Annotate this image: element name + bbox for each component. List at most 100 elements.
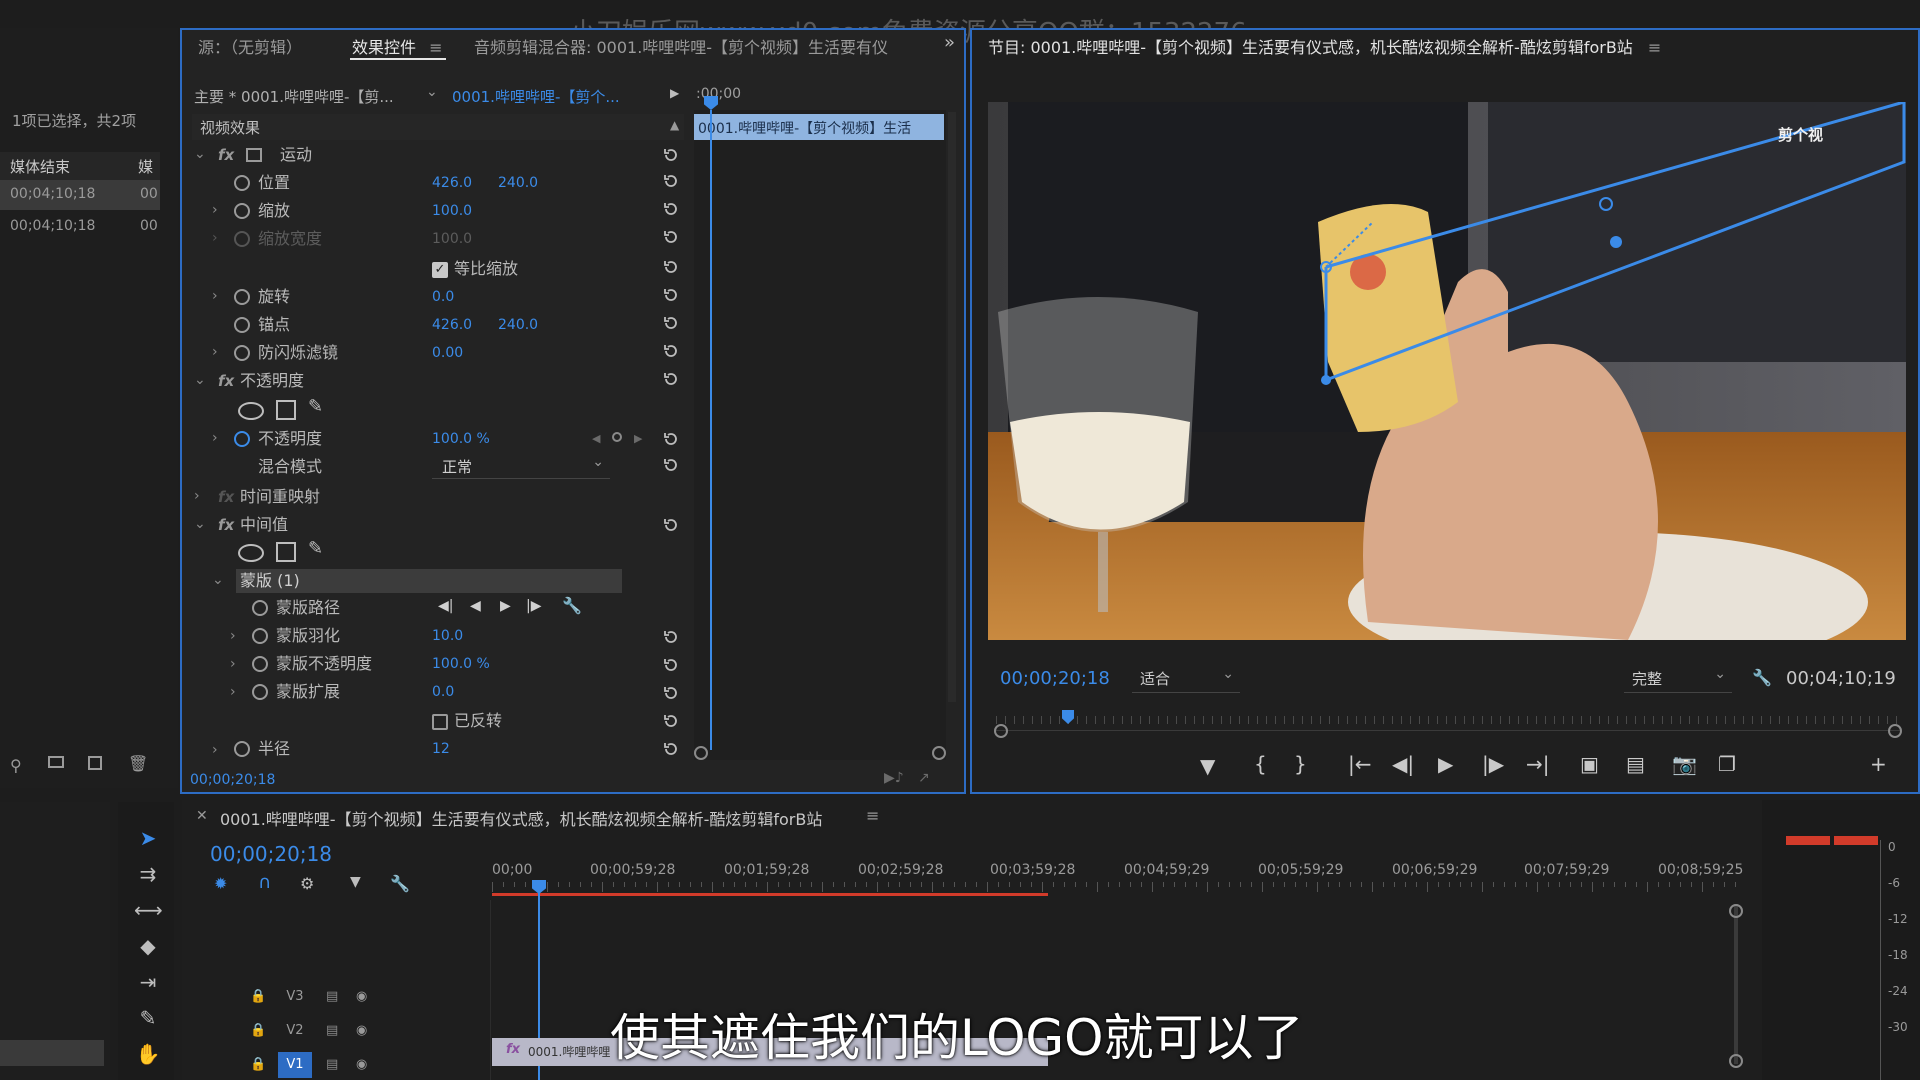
stopwatch-icon[interactable] xyxy=(234,175,250,191)
eye-icon[interactable]: ◉ xyxy=(356,984,367,1010)
reset-icon[interactable] xyxy=(662,342,680,360)
scale-value[interactable]: 100.0 xyxy=(432,198,472,224)
chevron-down-icon[interactable]: ⌄ xyxy=(426,84,438,100)
add-keyframe-icon[interactable] xyxy=(612,432,622,442)
track-mask-forward-selected-icon[interactable]: |▶ xyxy=(526,598,541,614)
track-mask-backward-selected-icon[interactable]: ◀| xyxy=(438,598,453,614)
rectangle-mask-icon[interactable] xyxy=(276,400,296,420)
master-clip-label[interactable]: 主要 * 0001.哔哩哔哩-【剪... xyxy=(194,86,414,107)
reset-icon[interactable] xyxy=(662,456,680,474)
expand-anti-flicker-icon[interactable]: › xyxy=(212,344,218,360)
position-x-value[interactable]: 426.0 xyxy=(432,170,472,196)
scroll-up-icon[interactable]: ▲ xyxy=(670,118,679,132)
selection-tool-icon[interactable]: ➤ xyxy=(134,824,162,852)
scrub-start-handle[interactable] xyxy=(994,724,1008,738)
anchor-x-value[interactable]: 426.0 xyxy=(432,312,472,338)
stopwatch-icon[interactable] xyxy=(252,684,268,700)
reset-icon[interactable] xyxy=(662,314,680,332)
fx-badge-icon[interactable]: fx xyxy=(218,516,234,534)
fx-badge-icon[interactable]: fx xyxy=(218,146,234,164)
snap-icon[interactable]: ∩ xyxy=(258,872,271,893)
fx-badge-icon[interactable]: fx xyxy=(218,372,234,390)
project-row[interactable]: 00;04;10;18 00 xyxy=(0,180,160,210)
fit-select[interactable]: 适合 ⌄ xyxy=(1132,666,1240,693)
program-video-frame[interactable]: 剪个视 xyxy=(988,102,1906,640)
step-forward-icon[interactable]: |▶ xyxy=(1482,752,1504,776)
reset-icon[interactable] xyxy=(662,656,680,674)
expand-mask-expansion-icon[interactable]: › xyxy=(230,684,236,700)
ellipse-mask-icon[interactable] xyxy=(238,544,264,562)
expand-mask-opacity-icon[interactable]: › xyxy=(230,656,236,672)
scrub-end-handle[interactable] xyxy=(1888,724,1902,738)
go-to-in-icon[interactable]: |← xyxy=(1348,752,1372,776)
eye-icon[interactable]: ◉ xyxy=(356,1018,367,1044)
eye-icon[interactable]: ◉ xyxy=(356,1052,367,1078)
mask-expansion-value[interactable]: 0.0 xyxy=(432,679,454,705)
sync-lock-icon[interactable]: ▤ xyxy=(326,984,338,1010)
ripple-edit-tool-icon[interactable]: ⟷ xyxy=(134,896,163,924)
lock-icon[interactable]: 🔒 xyxy=(250,984,266,1010)
clip-label[interactable]: 0001.哔哩哔哩-【剪个... xyxy=(452,86,662,107)
stopwatch-icon[interactable] xyxy=(234,203,250,219)
prev-keyframe-icon[interactable]: ◀ xyxy=(592,432,600,445)
expand-radius-icon[interactable]: › xyxy=(212,742,218,758)
close-icon[interactable]: ✕ xyxy=(196,808,208,824)
expand-opacity-icon[interactable]: › xyxy=(212,430,218,446)
slip-tool-icon[interactable]: ⇥ xyxy=(134,968,162,996)
lift-icon[interactable]: ▣ xyxy=(1580,752,1599,776)
collapse-mask-icon[interactable]: ⌄ xyxy=(212,572,224,588)
rectangle-mask-icon[interactable] xyxy=(276,542,296,562)
effect-controls-timecode[interactable]: 00;00;20;18 xyxy=(190,772,275,788)
stopwatch-icon[interactable] xyxy=(234,317,250,333)
transform-icon[interactable] xyxy=(246,148,262,162)
stopwatch-icon[interactable] xyxy=(252,600,268,616)
track-mask-forward-icon[interactable]: ▶ xyxy=(500,598,511,614)
marker-icon[interactable]: ▼ xyxy=(350,874,361,890)
collapse-median-icon[interactable]: ⌄ xyxy=(194,516,206,532)
razor-tool-icon[interactable]: ◆ xyxy=(134,932,162,960)
reset-icon[interactable] xyxy=(662,628,680,646)
column-media-end[interactable]: 媒体结束 xyxy=(10,156,70,177)
anti-flicker-value[interactable]: 0.00 xyxy=(432,340,463,366)
settings-wrench-icon[interactable]: 🔧 xyxy=(1752,668,1772,687)
stopwatch-icon[interactable] xyxy=(252,656,268,672)
linked-selection-icon[interactable]: ⚙ xyxy=(300,874,314,893)
reset-icon[interactable] xyxy=(662,146,680,164)
vscroll-top-handle[interactable] xyxy=(1729,904,1743,918)
mark-out-icon[interactable]: } xyxy=(1294,752,1307,776)
add-button-icon[interactable]: + xyxy=(1870,752,1887,776)
stopwatch-icon[interactable] xyxy=(234,289,250,305)
program-scrub-bar[interactable] xyxy=(994,702,1902,738)
search-icon[interactable]: ⚲ xyxy=(10,756,22,775)
folder-icon[interactable] xyxy=(48,756,64,768)
project-list-header[interactable]: 媒体结束 媒 xyxy=(0,152,160,180)
track-label[interactable]: V1 xyxy=(278,1052,312,1078)
timeline-settings-icon[interactable]: 🔧 xyxy=(390,874,410,893)
stopwatch-icon[interactable] xyxy=(234,345,250,361)
export-frame-icon[interactable]: 📷 xyxy=(1672,752,1697,776)
uniform-scale-checkbox[interactable]: ✓ xyxy=(432,262,448,278)
reset-icon[interactable] xyxy=(662,172,680,190)
sync-lock-icon[interactable]: ▤ xyxy=(326,1018,338,1044)
add-marker-icon[interactable]: ▼ xyxy=(1200,754,1215,778)
reset-icon[interactable] xyxy=(662,430,680,448)
mark-in-icon[interactable]: { xyxy=(1254,752,1267,776)
reset-icon[interactable] xyxy=(662,286,680,304)
go-to-out-icon[interactable]: →| xyxy=(1526,752,1550,776)
export-icon[interactable]: ↗ xyxy=(918,770,930,786)
reset-icon[interactable] xyxy=(662,712,680,730)
opacity-value[interactable]: 100.0 % xyxy=(432,426,490,452)
mask-opacity-value[interactable]: 100.0 % xyxy=(432,651,490,677)
panel-menu-icon[interactable]: ≡ xyxy=(1648,38,1661,57)
stopwatch-icon[interactable] xyxy=(234,431,250,447)
expand-scale-icon[interactable]: › xyxy=(212,202,218,218)
in-out-range-bar[interactable] xyxy=(492,893,1048,896)
mini-playhead[interactable] xyxy=(710,110,712,750)
timeline-title[interactable]: 0001.哔哩哔哩-【剪个视频】生活要有仪式感，机长酷炫视频全解析-酷炫剪辑fo… xyxy=(220,806,822,830)
ellipse-mask-icon[interactable] xyxy=(238,402,264,420)
pen-tool-icon[interactable]: ✎ xyxy=(134,1004,162,1032)
mini-timeline[interactable]: 0001.哔哩哔哩-【剪个视频】生活 xyxy=(694,96,946,760)
collapse-motion-icon[interactable]: ⌄ xyxy=(194,146,206,162)
panel-menu-icon[interactable]: ≡ xyxy=(429,38,442,57)
next-keyframe-icon[interactable]: ▶ xyxy=(634,432,642,445)
